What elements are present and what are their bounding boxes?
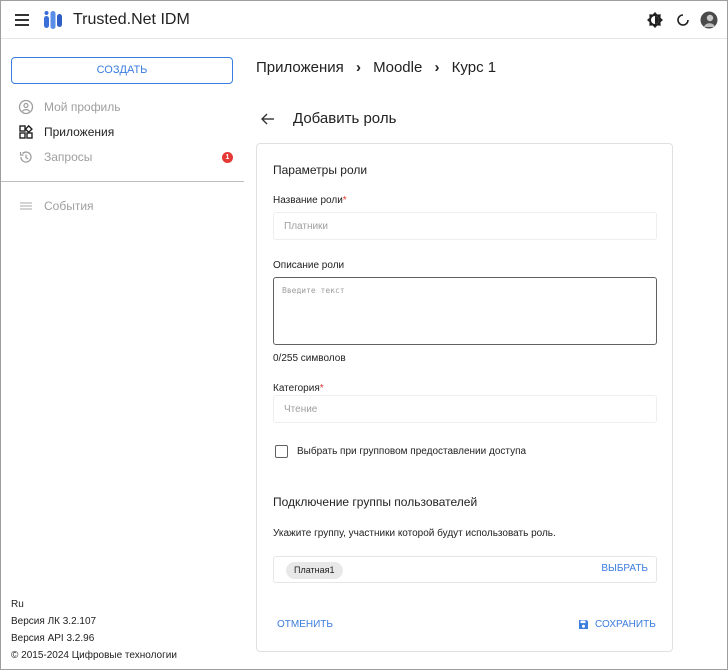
sidebar-item-label: Мой профиль	[44, 100, 121, 114]
role-name-input[interactable]	[273, 212, 657, 240]
required-mark: *	[342, 195, 347, 206]
group-hint: Укажите группу, участники которой будут …	[273, 528, 556, 539]
section-title-params: Параметры роли	[273, 163, 368, 177]
app-title: Trusted.Net IDM	[73, 11, 190, 28]
group-select-field: Платная1 ВЫБРАТЬ	[273, 556, 657, 583]
user-avatar-icon[interactable]	[700, 11, 718, 29]
cancel-button[interactable]: ОТМЕНИТЬ	[277, 619, 333, 630]
description-counter: 0/255 символов	[273, 353, 346, 364]
lk-version: Версия ЛК 3.2.107	[11, 616, 97, 627]
breadcrumb-separator: ›	[434, 59, 440, 76]
list-icon	[20, 202, 32, 210]
breadcrumb-item-moodle[interactable]: Moodle	[373, 59, 422, 76]
breadcrumb-item-course: Курс 1	[451, 59, 497, 76]
trusted-net-logo-icon	[44, 11, 62, 29]
group-access-checkbox-label[interactable]: Выбрать при групповом предоставлении дос…	[297, 446, 526, 457]
loading-icon	[677, 14, 689, 26]
arrow-left-icon[interactable]	[260, 111, 276, 127]
api-version: Версия API 3.2.96	[11, 633, 95, 644]
copyright: © 2015-2024 Цифровые технологии	[11, 650, 177, 661]
category-label-text: Категория	[273, 383, 320, 394]
breadcrumb: Приложения › Moodle › Курс 1	[256, 59, 504, 76]
sidebar: СОЗДАТЬ Мой профиль Приложения Запросы 1	[1, 40, 244, 668]
profile-icon	[18, 99, 34, 115]
required-mark: *	[319, 383, 324, 394]
role-form-card: Параметры роли Название роли* Описание р…	[256, 143, 673, 652]
select-group-button[interactable]: ВЫБРАТЬ	[601, 563, 648, 574]
sidebar-divider	[1, 181, 244, 182]
breadcrumb-item-apps[interactable]: Приложения	[256, 59, 344, 76]
group-chip[interactable]: Платная1	[286, 562, 343, 579]
sidebar-item-label: Запросы	[44, 150, 93, 164]
role-name-label-text: Название роли	[273, 195, 343, 206]
sidebar-item-apps[interactable]: Приложения	[1, 121, 244, 143]
category-label: Категория*	[273, 383, 324, 394]
brightness-icon[interactable]	[646, 11, 664, 29]
save-button[interactable]: СОХРАНИТЬ	[595, 619, 656, 630]
description-textarea[interactable]	[273, 277, 657, 345]
section-title-group: Подключение группы пользователей	[273, 495, 478, 509]
group-access-checkbox[interactable]	[275, 445, 288, 458]
description-label: Описание роли	[273, 260, 345, 271]
history-icon	[19, 151, 32, 163]
sidebar-item-profile[interactable]: Мой профиль	[1, 96, 244, 118]
sidebar-item-label: Приложения	[44, 125, 115, 139]
sidebar-item-requests[interactable]: Запросы 1	[1, 146, 244, 168]
top-header: Trusted.Net IDM	[1, 1, 727, 39]
language-switch[interactable]: Ru	[11, 599, 24, 610]
breadcrumb-separator: ›	[355, 59, 361, 76]
sidebar-item-events[interactable]: События	[1, 195, 244, 217]
role-name-label: Название роли*	[273, 195, 347, 206]
create-button[interactable]: СОЗДАТЬ	[11, 57, 233, 84]
hamburger-menu-icon[interactable]	[15, 14, 29, 26]
page-title: Добавить роль	[293, 110, 397, 127]
category-input[interactable]	[273, 395, 657, 423]
notification-badge: 1	[222, 152, 233, 163]
sidebar-item-label: События	[44, 199, 94, 213]
floppy-disk-icon	[579, 620, 588, 629]
apps-icon	[19, 124, 33, 139]
